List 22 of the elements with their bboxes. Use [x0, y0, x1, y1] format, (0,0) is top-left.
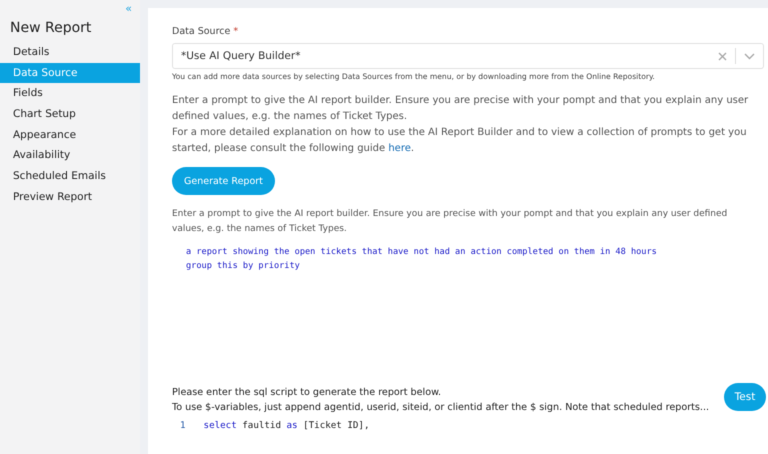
- sidebar-item[interactable]: Preview Report: [0, 186, 140, 208]
- code-line: select faultid as [Ticket ID],: [204, 420, 370, 431]
- sidebar-item[interactable]: Details: [0, 42, 140, 63]
- prompt-line: group this by priority: [186, 260, 301, 273]
- guide-paragraph: For a more detailed explanation on how to use the AI Report Builder and to view a collection of prompts to get you started, please consult the following guide here.: [172, 126, 748, 156]
- sidebar-item[interactable]: Scheduled Emails: [0, 166, 140, 187]
- line-number: 1: [180, 420, 186, 431]
- sql-variables-note: To use $-variables, just append agentid, userid, siteid, or clientid after the $ sign. Note that scheduled reports...: [172, 401, 710, 415]
- guide-link[interactable]: here: [388, 143, 411, 154]
- sidebar-item[interactable]: Fields: [0, 83, 140, 104]
- required-mark: *: [233, 26, 238, 37]
- sidebar-item[interactable]: Chart Setup: [0, 104, 140, 125]
- intro-paragraph: Enter a prompt to give the AI report builder. Ensure you are precise with your pompt and that you explain any user defined values, e.g. the names of Ticket Types.: [172, 94, 750, 124]
- prompt-line: a report showing the open tickets that have not had an action completed on them in 48 hours: [186, 246, 658, 259]
- field-label: Data Source: [172, 26, 230, 37]
- sidebar-item[interactable]: Availability: [0, 145, 140, 166]
- sql-instruction: Please enter the sql script to generate the report below.: [172, 386, 442, 400]
- prompt-hint: Enter a prompt to give the AI report builder. Ensure you are precise with your pompt and that you explain any user defined values, e.g. the names of Ticket Types.: [172, 208, 728, 236]
- sidebar-title: New Report: [9, 19, 92, 38]
- prompt-editor[interactable]: a report showing the open tickets that have not had an action completed on them in 48 hours group this by priority: [172, 237, 768, 385]
- sidebar-item[interactable]: Appearance: [0, 124, 140, 146]
- data-source-select[interactable]: *Use AI Query Builder*: [172, 43, 764, 69]
